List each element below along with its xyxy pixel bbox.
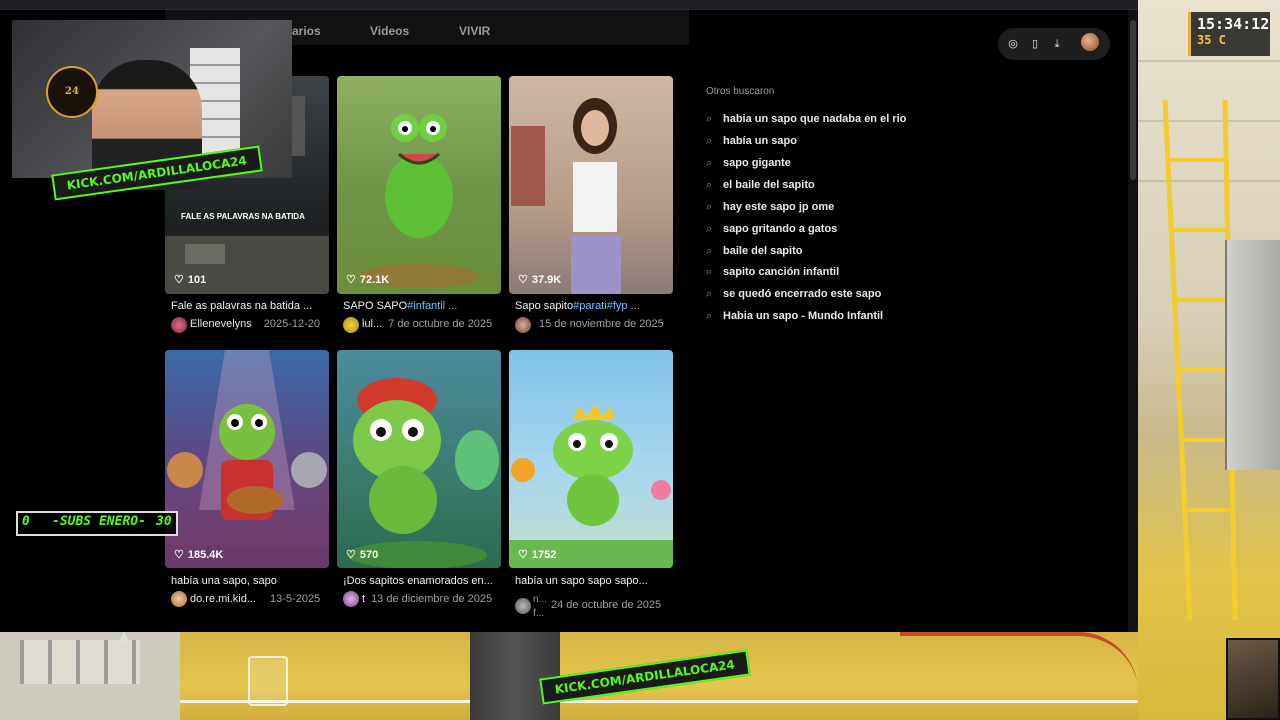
video-likes: ♡ 1752	[518, 549, 557, 561]
subs-goal: 30	[156, 514, 172, 529]
video-card[interactable]	[337, 350, 501, 568]
search-icon: ⌕	[706, 245, 713, 257]
video-author[interactable]: lul...	[362, 318, 382, 330]
search-icon: ⌕	[706, 223, 713, 235]
search-icon: ⌕	[706, 201, 713, 213]
tab-vivir[interactable]: VIVIR	[459, 24, 490, 38]
video-likes: ♡ 101	[174, 274, 207, 286]
video-meta: Ellenevelyns 2025-12-20	[190, 318, 320, 330]
player-legs	[470, 632, 560, 720]
video-thumbnail	[165, 350, 329, 568]
author-avatar	[171, 317, 187, 333]
machine-graphic	[1225, 240, 1280, 470]
video-likes: ♡ 72.1K	[346, 274, 390, 286]
video-card[interactable]	[509, 76, 673, 294]
subs-current: 0	[22, 514, 30, 529]
video-meta: t 13 de diciembre de 2025	[362, 593, 492, 605]
search-icon: ⌕	[706, 113, 713, 125]
search-suggestion[interactable]: ⌕ sapo gritando a gatos	[706, 223, 837, 236]
search-icon: ⌕	[706, 310, 713, 322]
compass-icon[interactable]: ◎	[1005, 36, 1021, 52]
author-avatar	[171, 591, 187, 607]
cat-camera	[1226, 638, 1280, 720]
wall-stripe	[1138, 60, 1280, 62]
video-meta: do.re.mi.kid... 13-5-2025	[190, 593, 320, 605]
search-suggestion[interactable]: ⌕ había un sapo	[706, 135, 797, 148]
glass-mug	[248, 656, 288, 706]
video-date: 24 de octubre de 2025	[551, 599, 662, 611]
video-title[interactable]: SAPO SAPO#infantil ...	[343, 300, 457, 312]
search-icon: ⌕	[706, 179, 713, 191]
search-suggestion[interactable]: ⌕ se quedó encerrado este sapo	[706, 288, 881, 301]
video-likes: ♡ 37.9K	[518, 274, 562, 286]
heart-icon: ♡	[518, 549, 528, 561]
video-date: 15 de noviembre de 2025	[539, 318, 664, 330]
heart-icon: ♡	[174, 274, 184, 286]
subs-label: -SUBS ENERO-	[52, 514, 146, 529]
heart-icon: ♡	[346, 274, 356, 286]
tab-videos[interactable]: Videos	[370, 24, 409, 38]
tab-usuarios[interactable]: arios	[292, 24, 321, 38]
phone-icon[interactable]: ▯	[1027, 36, 1043, 52]
channel-logo: 24	[46, 66, 98, 118]
video-thumbnail	[359, 114, 479, 288]
video-meta: 15 de noviembre de 2025	[539, 318, 664, 330]
profile-avatar[interactable]	[1081, 33, 1099, 51]
video-date: 2025-12-20	[263, 318, 321, 330]
video-title[interactable]: ¡Dos sapitos enamorados en...	[343, 575, 493, 587]
search-suggestion[interactable]: ⌕ hay este sapo jp ome	[706, 201, 834, 214]
author-avatar	[515, 317, 531, 333]
video-date: 13-5-2025	[270, 593, 321, 605]
others-searched-heading: Otros buscaron	[706, 86, 775, 97]
heart-icon: ♡	[346, 549, 356, 561]
author-avatar	[343, 317, 359, 333]
video-card[interactable]	[165, 350, 329, 568]
video-thumbnail	[509, 404, 673, 568]
video-likes: ♡ 185.4K	[174, 549, 224, 561]
temperature: 35 C	[1197, 33, 1226, 47]
clock-overlay: 15:34:12 35 C	[1188, 12, 1270, 56]
video-card[interactable]	[337, 76, 501, 294]
search-suggestion[interactable]: ⌕ Habia un sapo - Mundo Infantil	[706, 310, 883, 323]
search-suggestion[interactable]: ⌕ habia un sapo que nadaba en el rio	[706, 113, 906, 126]
download-icon[interactable]: ⤓	[1049, 36, 1065, 52]
video-caption-overlay: FALE AS PALAVRAS NA BATIDA	[181, 212, 305, 221]
search-icon: ⌕	[706, 288, 713, 300]
search-icon: ⌕	[706, 157, 713, 169]
floor-red-line	[900, 632, 1138, 712]
browser-toolbar	[0, 0, 1138, 10]
search-suggestion[interactable]: ⌕ sapo gigante	[706, 157, 791, 170]
stream-screen: 15:34:12 35 C arios Videos VIVIR ◎ ▯ ⤓ F…	[0, 0, 1280, 720]
video-author[interactable]: Ellenevelyns	[190, 318, 252, 330]
clock-time: 15:34:12	[1197, 15, 1270, 33]
heart-icon: ♡	[518, 274, 528, 286]
video-author[interactable]: t	[362, 593, 365, 605]
scroll-thumb[interactable]	[1130, 20, 1136, 180]
video-thumbnail	[347, 378, 499, 568]
video-card[interactable]	[509, 350, 673, 568]
search-suggestion[interactable]: ⌕ el baile del sapito	[706, 179, 815, 192]
video-title[interactable]: Sapo sapito#parati#fyp ...	[515, 300, 640, 312]
cursor-icon	[118, 631, 130, 643]
video-likes: ♡ 570	[346, 549, 379, 561]
search-icon: ⌕	[706, 135, 713, 147]
game-window	[20, 640, 140, 684]
video-title[interactable]: había una sapo, sapo	[171, 575, 277, 587]
search-icon: ⌕	[706, 266, 713, 278]
video-title[interactable]: Fale as palavras na batida ...	[171, 300, 312, 312]
video-title[interactable]: había un sapo sapo sapo...	[515, 575, 648, 587]
video-date: 7 de octubre de 2025	[388, 318, 493, 330]
search-suggestion[interactable]: ⌕ baile del sapito	[706, 245, 802, 258]
video-thumbnail	[511, 98, 621, 294]
video-author[interactable]: do.re.mi.kid...	[190, 593, 256, 605]
video-author[interactable]: n... f...	[533, 593, 547, 621]
search-suggestion[interactable]: ⌕ sapito canción infantil	[706, 266, 839, 279]
video-date: 13 de diciembre de 2025	[371, 593, 493, 605]
author-avatar	[515, 598, 531, 614]
video-meta: lul... 7 de octubre de 2025	[362, 318, 492, 330]
author-avatar	[343, 591, 359, 607]
heart-icon: ♡	[174, 549, 184, 561]
